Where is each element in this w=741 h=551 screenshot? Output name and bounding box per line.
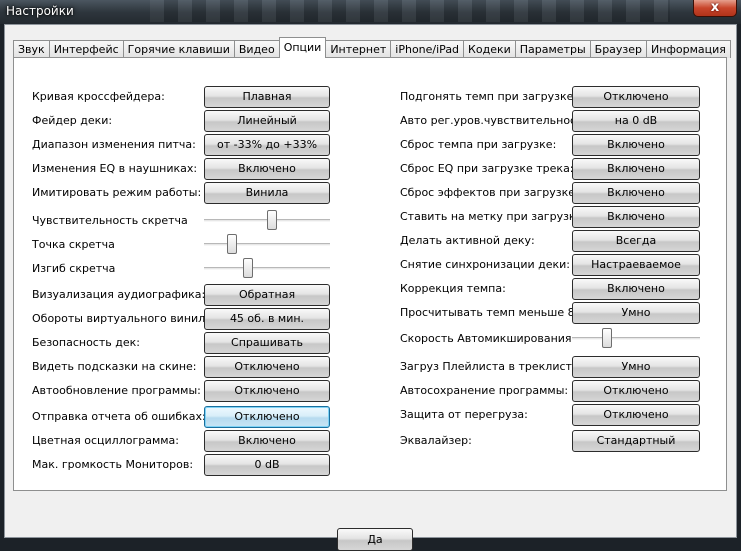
option-value-button[interactable]: Умно: [572, 302, 700, 324]
tab-10[interactable]: Информация: [646, 40, 731, 58]
tab-5[interactable]: Интернет: [325, 40, 392, 58]
option-label: Авто рег.уров.чувствительности: [400, 114, 590, 127]
tab-strip: Звук Интерфейс Горячие клавиши Видео Опции Ин…: [13, 37, 731, 58]
option-row-right-5: Ставить на метку при загрузке Включено: [14, 206, 726, 228]
option-row-right-9: Просчитывать темп меньше 80 Умно: [14, 302, 726, 324]
tab-3[interactable]: Видео: [233, 40, 280, 58]
option-label: Сброс EQ при загрузке трека:: [400, 162, 574, 175]
title-bar-background: [150, 0, 670, 22]
option-value-button[interactable]: Включено: [572, 182, 700, 204]
option-row-right-4: Сброс эффектов при загрузке Включено: [14, 182, 726, 204]
option-value-button[interactable]: Включено: [572, 158, 700, 180]
option-label: Мак. громкость Мониторов:: [32, 458, 194, 471]
option-label: Автосохранение программы:: [400, 384, 569, 397]
tab-9[interactable]: Браузер: [589, 40, 648, 58]
option-row-right-0: Подгонять темп при загрузке: Отключено: [14, 86, 726, 108]
option-label: Просчитывать темп меньше 80: [400, 306, 582, 319]
option-row-right-14: Эквалайзер: Стандартный: [14, 430, 726, 452]
option-row-right-13: Защита от перегруза: Отключено: [14, 404, 726, 426]
option-label: Коррекция темпа:: [400, 282, 506, 295]
close-button[interactable]: x: [693, 0, 737, 17]
slider-thumb[interactable]: [601, 328, 612, 348]
option-row-right-7: Снятие синхронизации деки: Настраеваемое: [14, 254, 726, 276]
option-row-right-10: Скорость Автомикширования: [14, 328, 726, 350]
options-panel: Кривая кроссфейдера: Плавная Фейдер деки: Л…: [13, 57, 727, 491]
option-value-button[interactable]: Умно: [572, 356, 700, 378]
option-value-button[interactable]: 0 dB: [204, 454, 330, 476]
option-row-right-1: Авто рег.уров.чувствительности на 0 dB: [14, 110, 726, 132]
option-label: Эквалайзер:: [400, 434, 472, 447]
option-value-button[interactable]: Отключено: [572, 380, 700, 402]
window-title: Настройки: [6, 4, 74, 18]
slider-track[interactable]: [572, 337, 700, 340]
option-value-button[interactable]: Стандартный: [572, 430, 700, 452]
option-label: Ставить на метку при загрузке: [400, 210, 583, 223]
tab-2[interactable]: Горячие клавиши: [122, 40, 235, 58]
option-slider[interactable]: [572, 328, 700, 350]
option-value-button[interactable]: Отключено: [572, 86, 700, 108]
option-value-button[interactable]: Настраеваемое: [572, 254, 700, 276]
tab-0[interactable]: Звук: [13, 40, 50, 58]
close-icon: x: [710, 0, 720, 15]
option-label: Снятие синхронизации деки:: [400, 258, 571, 271]
tab-1[interactable]: Интерфейс: [48, 40, 124, 58]
option-value-button[interactable]: Отключено: [572, 404, 700, 426]
option-row-right-8: Коррекция темпа: Включено: [14, 278, 726, 300]
dialog-body: Звук Интерфейс Горячие клавиши Видео Опции Ин…: [4, 24, 737, 551]
option-value-button[interactable]: Включено: [572, 206, 700, 228]
option-label: Загруз Плейлиста в треклист:: [400, 360, 576, 373]
option-row-right-6: Делать активной деку: Всегда: [14, 230, 726, 252]
option-row-right-3: Сброс EQ при загрузке трека: Включено: [14, 158, 726, 180]
tab-6[interactable]: iPhone/iPad: [390, 40, 465, 58]
option-label: Делать активной деку:: [400, 234, 535, 247]
option-label: Скорость Автомикширования: [400, 332, 572, 345]
option-row-right-11: Загруз Плейлиста в треклист: Умно: [14, 356, 726, 378]
option-label: Сброс темпа при загрузке:: [400, 138, 557, 151]
settings-window: Настройки x Звук Интерфейс Горячие клавиши…: [0, 0, 741, 551]
option-label: Подгонять темп при загрузке:: [400, 90, 578, 103]
option-label: Сброс эффектов при загрузке: [400, 186, 576, 199]
option-label: Защита от перегруза:: [400, 408, 528, 421]
option-value-button[interactable]: на 0 dB: [572, 110, 700, 132]
option-value-button[interactable]: Включено: [572, 278, 700, 300]
ok-button[interactable]: Да: [337, 528, 413, 551]
option-row-right-2: Сброс темпа при загрузке: Включено: [14, 134, 726, 156]
option-value-button[interactable]: Всегда: [572, 230, 700, 252]
tab-7[interactable]: Кодеки: [463, 40, 516, 58]
tab-8[interactable]: Параметры: [514, 40, 591, 58]
title-bar[interactable]: Настройки x: [0, 0, 741, 24]
option-row-left-15: Мак. громкость Мониторов: 0 dB: [14, 454, 726, 476]
tab-4[interactable]: Опции: [278, 37, 327, 58]
option-value-button[interactable]: Включено: [572, 134, 700, 156]
option-row-right-12: Автосохранение программы: Отключено: [14, 380, 726, 402]
